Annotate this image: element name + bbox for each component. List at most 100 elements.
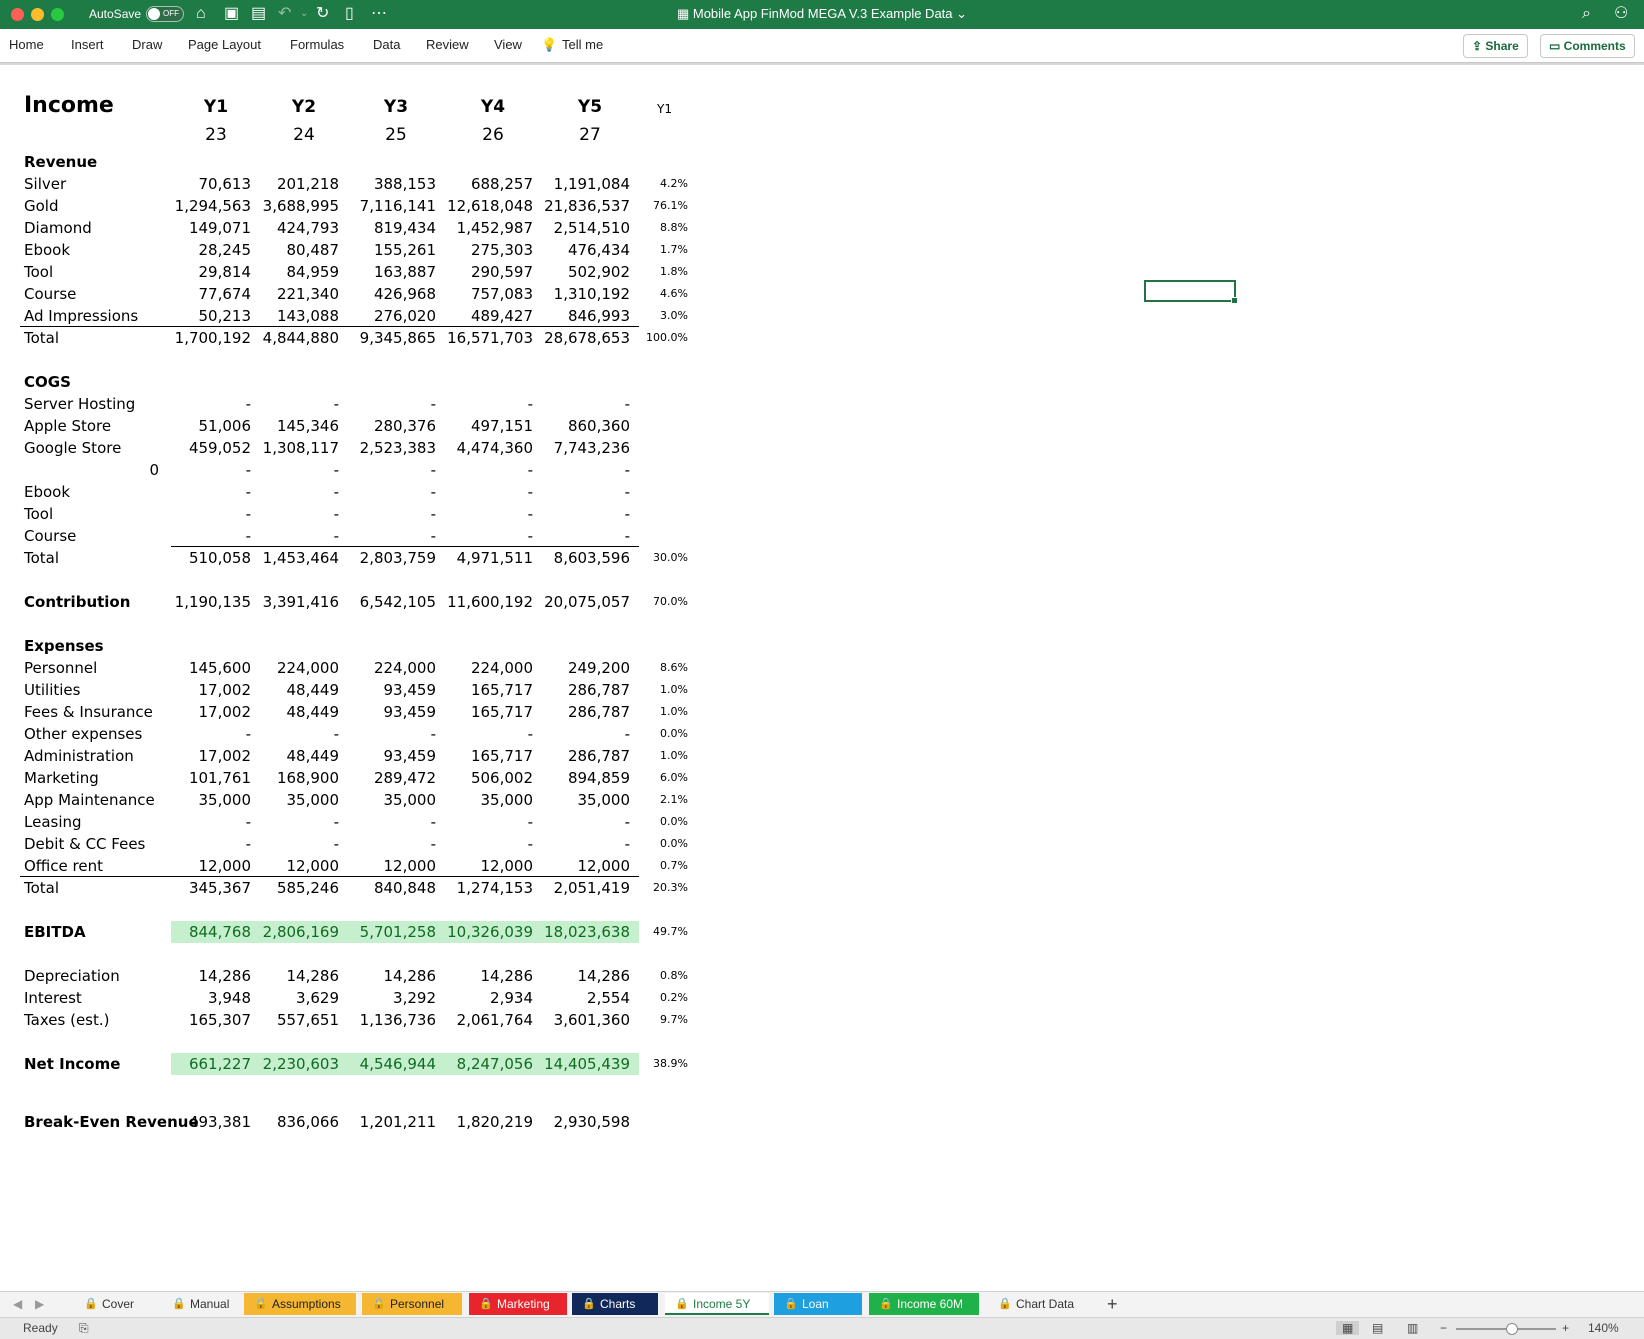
value-cell[interactable]: 4,844,880	[263, 327, 339, 349]
value-cell[interactable]: 16,571,703	[447, 327, 533, 349]
year-number[interactable]: 24	[274, 125, 334, 145]
value-cell[interactable]: 497,151	[471, 415, 533, 437]
value-cell[interactable]: 2,803,759	[360, 547, 436, 569]
percent-cell[interactable]: 0.0%	[660, 723, 688, 745]
row-label[interactable]: Net Income	[24, 1053, 120, 1075]
row-label[interactable]: Office rent	[24, 855, 103, 877]
percent-cell[interactable]: 8.8%	[660, 217, 688, 239]
value-cell[interactable]: 145,600	[189, 657, 251, 679]
sheet-tab-assumptions[interactable]: 🔒 Assumptions	[244, 1293, 356, 1315]
row-label[interactable]: Break-Even Revenue	[24, 1111, 199, 1133]
value-cell[interactable]: 8,247,056	[457, 1053, 533, 1075]
percent-cell[interactable]: 1.0%	[660, 679, 688, 701]
row-label[interactable]: Apple Store	[24, 415, 111, 437]
percent-cell[interactable]: 4.6%	[660, 283, 688, 305]
row-label[interactable]: Tool	[24, 503, 53, 525]
value-cell[interactable]: 28,678,653	[544, 327, 630, 349]
value-cell[interactable]: -	[528, 459, 533, 481]
value-cell[interactable]: 48,449	[287, 701, 340, 723]
value-cell[interactable]: 1,294,563	[175, 195, 251, 217]
fill-handle[interactable]	[1231, 297, 1238, 304]
value-cell[interactable]: 145,346	[277, 415, 339, 437]
prev-sheet-icon[interactable]: ◀	[13, 1297, 22, 1311]
value-cell[interactable]: 14,286	[199, 965, 252, 987]
spreadsheet-grid[interactable]: Income Y1 Y2 Y3 Y4 Y5 Y1 23 24 25 26 27 …	[0, 65, 1644, 1291]
value-cell[interactable]: -	[334, 833, 339, 855]
value-cell[interactable]: -	[625, 525, 630, 547]
add-sheet-button[interactable]: +	[1107, 1294, 1118, 1315]
value-cell[interactable]: 35,000	[481, 789, 534, 811]
value-cell[interactable]: -	[528, 525, 533, 547]
value-cell[interactable]: 1,452,987	[457, 217, 533, 239]
value-cell[interactable]: 9,345,865	[360, 327, 436, 349]
sheet-tab-income-60m[interactable]: 🔒 Income 60M	[869, 1293, 979, 1315]
year-header[interactable]: Y1	[186, 97, 246, 117]
percent-cell[interactable]: 100.0%	[646, 327, 688, 349]
value-cell[interactable]: -	[625, 459, 630, 481]
year-header[interactable]: Y3	[366, 97, 426, 117]
value-cell[interactable]: 688,257	[471, 173, 533, 195]
value-cell[interactable]: 489,427	[471, 305, 533, 327]
value-cell[interactable]: -	[246, 503, 251, 525]
row-label[interactable]: Contribution	[24, 591, 130, 613]
value-cell[interactable]: 17,002	[199, 679, 252, 701]
comments-button[interactable]: ▭ Comments	[1540, 34, 1635, 58]
value-cell[interactable]: -	[528, 481, 533, 503]
value-cell[interactable]: 4,474,360	[457, 437, 533, 459]
row-label[interactable]: Debit & CC Fees	[24, 833, 145, 855]
row-label[interactable]: Course	[24, 525, 76, 547]
row-label[interactable]: Tool	[24, 261, 53, 283]
value-cell[interactable]: 286,787	[568, 701, 630, 723]
value-cell[interactable]: -	[334, 459, 339, 481]
value-cell[interactable]: 93,459	[384, 701, 437, 723]
value-cell[interactable]: 459,052	[189, 437, 251, 459]
value-cell[interactable]: 21,836,537	[544, 195, 630, 217]
percent-cell[interactable]: 20.3%	[653, 877, 688, 899]
value-cell[interactable]: 35,000	[199, 789, 252, 811]
row-label[interactable]: App Maintenance	[24, 789, 155, 811]
value-cell[interactable]: -	[431, 459, 436, 481]
value-cell[interactable]: -	[334, 811, 339, 833]
sheet-tab-manual[interactable]: 🔒 Manual	[162, 1293, 236, 1315]
value-cell[interactable]: -	[334, 723, 339, 745]
value-cell[interactable]: 1,190,135	[175, 591, 251, 613]
value-cell[interactable]: 2,930,598	[554, 1111, 630, 1133]
value-cell[interactable]: 12,000	[384, 855, 437, 877]
percent-cell[interactable]: 0.2%	[660, 987, 688, 1009]
value-cell[interactable]: 280,376	[374, 415, 436, 437]
value-cell[interactable]: 557,651	[277, 1009, 339, 1031]
value-cell[interactable]: 3,601,360	[554, 1009, 630, 1031]
value-cell[interactable]: -	[528, 393, 533, 415]
value-cell[interactable]: 493,381	[189, 1111, 251, 1133]
row-label[interactable]: Gold	[24, 195, 59, 217]
value-cell[interactable]: -	[625, 393, 630, 415]
value-cell[interactable]: 506,002	[471, 767, 533, 789]
value-cell[interactable]: 1,308,117	[263, 437, 339, 459]
value-cell[interactable]: 1,191,084	[554, 173, 630, 195]
value-cell[interactable]: -	[334, 481, 339, 503]
percent-cell[interactable]: 0.0%	[660, 811, 688, 833]
value-cell[interactable]: 224,000	[374, 657, 436, 679]
value-cell[interactable]: 5,701,258	[360, 921, 436, 943]
value-cell[interactable]: -	[246, 723, 251, 745]
value-cell[interactable]: 2,934	[490, 987, 533, 1009]
value-cell[interactable]: 14,286	[384, 965, 437, 987]
row-label[interactable]: Server Hosting	[24, 393, 135, 415]
value-cell[interactable]: 12,000	[199, 855, 252, 877]
value-cell[interactable]: 12,618,048	[447, 195, 533, 217]
value-cell[interactable]: -	[246, 525, 251, 547]
value-cell[interactable]: 1,201,211	[360, 1111, 436, 1133]
row-label[interactable]: Silver	[24, 173, 66, 195]
value-cell[interactable]: 4,971,511	[457, 547, 533, 569]
value-cell[interactable]: 661,227	[189, 1053, 251, 1075]
row-label[interactable]: Taxes (est.)	[24, 1009, 110, 1031]
value-cell[interactable]: -	[334, 525, 339, 547]
row-label[interactable]: Utilities	[24, 679, 80, 701]
value-cell[interactable]: -	[246, 833, 251, 855]
search-icon[interactable]: ⌕	[1582, 4, 1591, 24]
value-cell[interactable]: 476,434	[568, 239, 630, 261]
sheet-tab-marketing[interactable]: 🔒 Marketing	[469, 1293, 567, 1315]
row-label[interactable]: Personnel	[24, 657, 97, 679]
value-cell[interactable]: 165,717	[471, 701, 533, 723]
sheet-tab-charts[interactable]: 🔒 Charts	[572, 1293, 658, 1315]
